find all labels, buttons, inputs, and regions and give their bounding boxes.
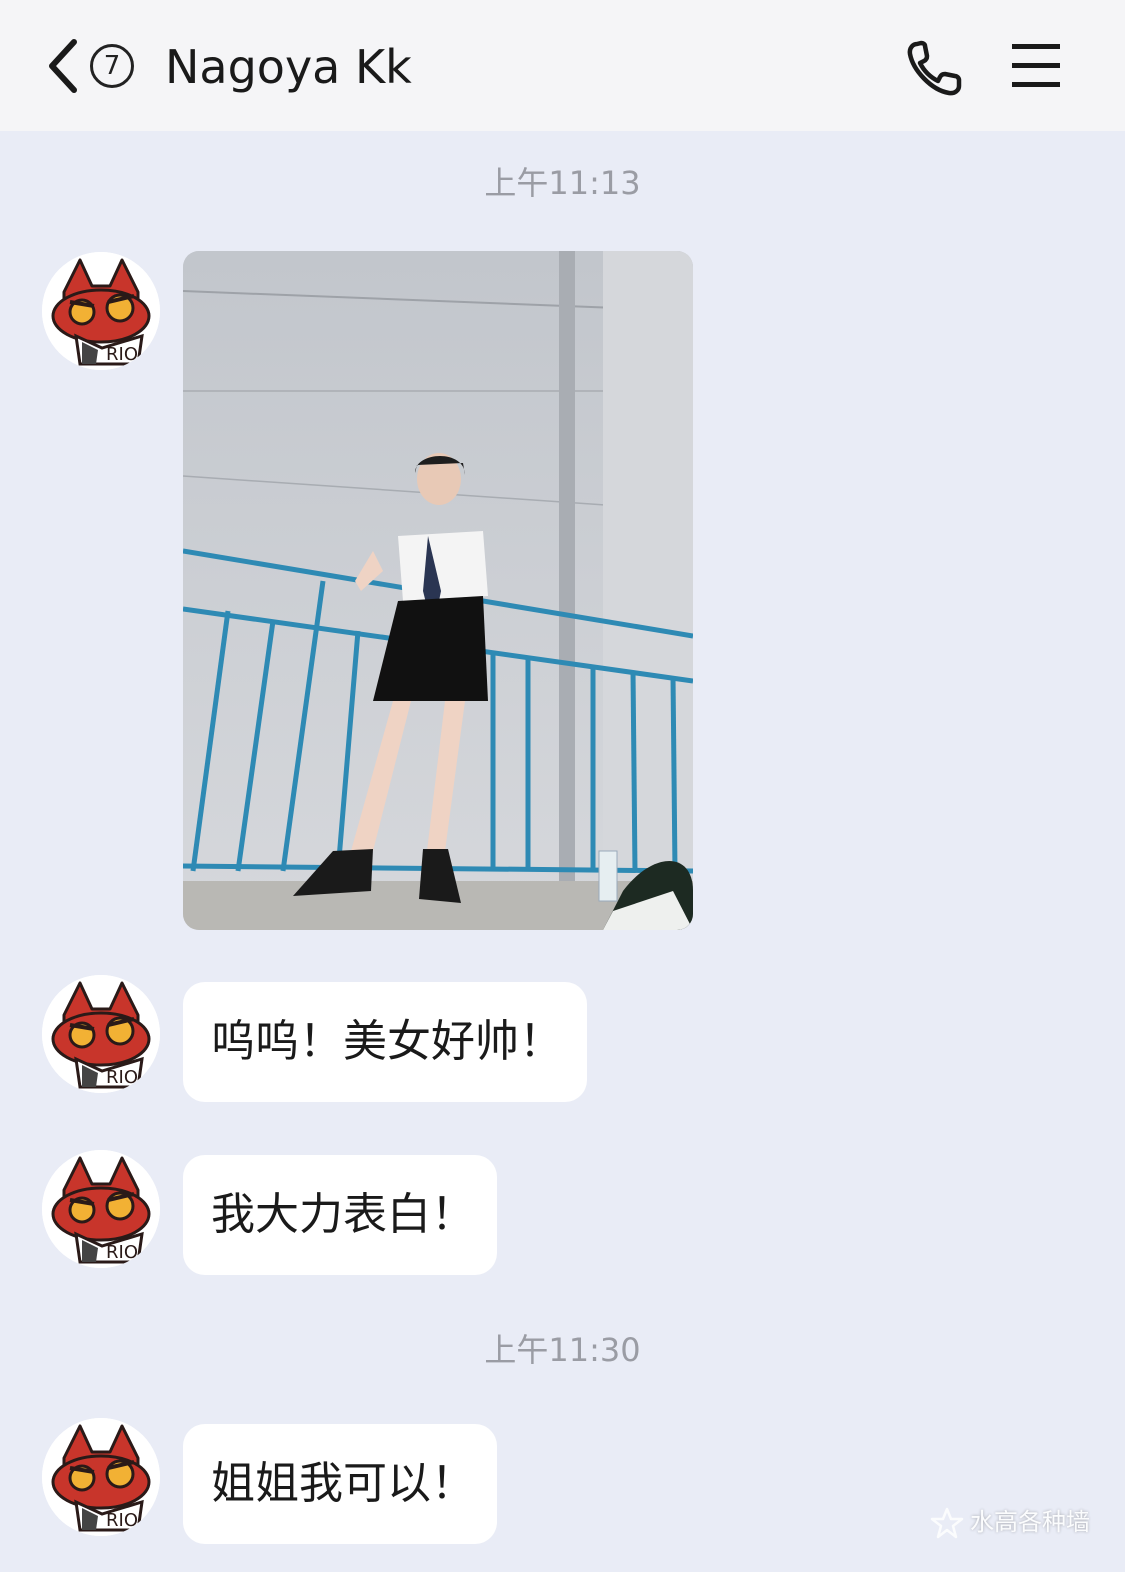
photo-message[interactable] <box>183 251 693 930</box>
svg-text:RIO: RIO <box>106 344 138 365</box>
svg-text:RIO: RIO <box>106 1067 138 1088</box>
phone-icon[interactable] <box>905 38 965 98</box>
star-icon <box>930 1506 964 1540</box>
svg-text:RIO: RIO <box>106 1510 138 1531</box>
sender-avatar[interactable]: RIO <box>42 252 160 370</box>
message-timestamp: 上午11:30 <box>484 1331 641 1369</box>
message-bubble[interactable]: 姐姐我可以！ <box>183 1424 497 1544</box>
watermark-text: 水高各种墙 <box>970 1508 1090 1536</box>
message-bubble[interactable]: 呜呜！美女好帅！ <box>183 982 587 1102</box>
sender-avatar[interactable]: RIO <box>42 1150 160 1268</box>
menu-icon[interactable] <box>1010 42 1062 90</box>
chat-title: Nagoya Kk <box>165 40 412 94</box>
message-timestamp: 上午11:13 <box>484 164 641 202</box>
chat-header: 7 Nagoya Kk <box>0 0 1125 131</box>
watermark: 水高各种墙 <box>930 1500 1090 1544</box>
sender-avatar[interactable]: RIO <box>42 975 160 1093</box>
back-chevron-icon[interactable] <box>44 38 84 94</box>
svg-text:RIO: RIO <box>106 1242 138 1263</box>
unread-count-badge[interactable]: 7 <box>90 44 134 88</box>
sender-avatar[interactable]: RIO <box>42 1418 160 1536</box>
message-bubble[interactable]: 我大力表白！ <box>183 1155 497 1275</box>
